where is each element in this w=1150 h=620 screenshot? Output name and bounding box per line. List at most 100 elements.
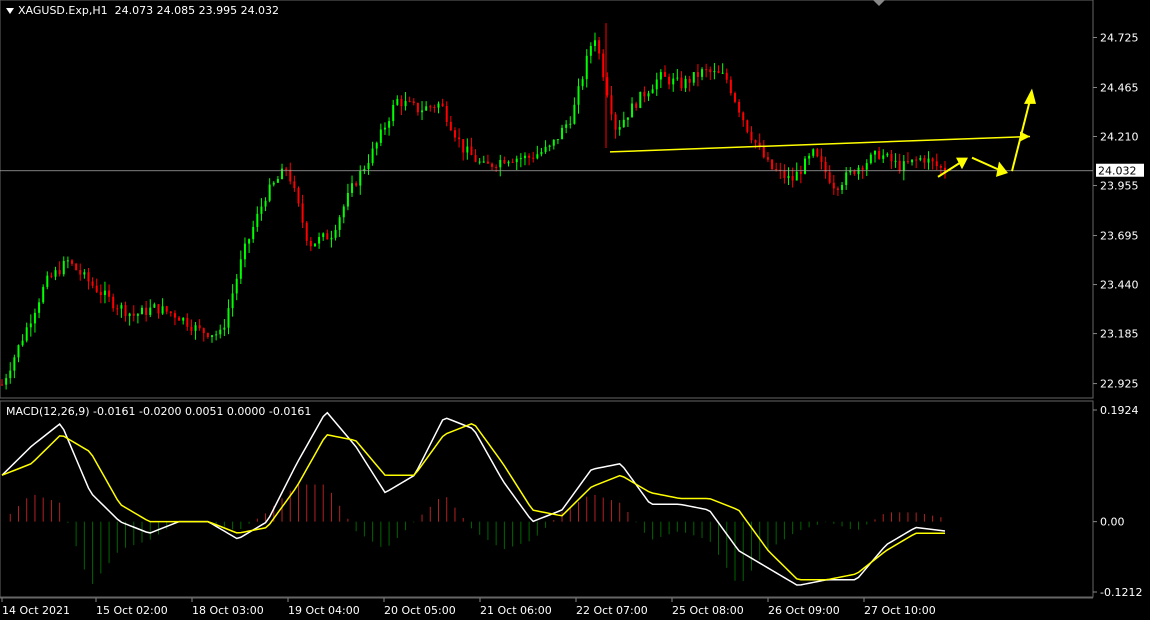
candle-body (832, 182, 835, 189)
candle-body (136, 314, 139, 316)
resistance-trendline (609, 135, 1031, 153)
candle-body (622, 119, 625, 128)
candle-body (1, 384, 3, 386)
candle-body (231, 293, 234, 309)
candle-body (548, 145, 551, 147)
candle-body (569, 123, 572, 125)
candle-body (820, 156, 823, 162)
candle-body (396, 98, 399, 105)
price-tick-label: 22.925 (1100, 378, 1139, 391)
candle-body (750, 131, 753, 141)
candle-body (470, 146, 473, 156)
candle-body (532, 157, 535, 159)
candle-body (346, 192, 349, 207)
candle-body (565, 124, 568, 128)
candle-body (486, 161, 489, 164)
candle-body (445, 106, 448, 122)
candle-body (116, 308, 119, 310)
candle-body (149, 307, 152, 315)
candle-body (593, 40, 596, 46)
candle-body (511, 161, 514, 163)
candle-body (75, 263, 78, 271)
candle-body (865, 163, 868, 170)
candle-body (672, 78, 675, 85)
candle-body (803, 158, 806, 174)
candle-body (639, 91, 642, 108)
candle-body (276, 179, 279, 183)
symbol-name: XAGUSD.Exp,H1 (18, 4, 108, 17)
candle-body (915, 159, 918, 161)
candle-body (334, 229, 337, 238)
candle-body (309, 240, 312, 247)
time-tick-label: 18 Oct 03:00 (192, 604, 264, 617)
candle-body (610, 95, 613, 115)
time-tick-label: 20 Oct 05:00 (384, 604, 456, 617)
candle-body (293, 181, 296, 189)
candle-body (449, 121, 452, 131)
candle-body (99, 291, 102, 296)
candle-body (186, 317, 189, 327)
candle-body (289, 169, 292, 182)
candle-body (128, 313, 131, 317)
candle-body (911, 159, 914, 163)
time-axis: 14 Oct 2021 15 Oct 02:00 18 Oct 03:00 19 Oc… (1, 598, 936, 617)
candle-body (923, 158, 926, 163)
candle-body (680, 77, 683, 89)
candle-body (931, 158, 934, 162)
macd-panel-frame (0, 400, 1094, 598)
candle-body (713, 71, 716, 73)
candle-body (556, 139, 559, 141)
time-tick-label: 15 Oct 02:00 (96, 604, 168, 617)
macd-tick-label: -0.1212 (1100, 586, 1142, 599)
candle-body (561, 127, 564, 140)
macd-histogram (9, 484, 942, 584)
macd-line (1, 411, 946, 586)
trendline-annotations (609, 88, 1036, 178)
candle-body (326, 233, 329, 240)
candle-body (169, 311, 172, 314)
arrow-down-right-head (996, 161, 1008, 177)
candle-body (474, 155, 477, 162)
price-panel-frame (0, 0, 1094, 399)
dropdown-triangle-icon[interactable] (6, 8, 14, 14)
candle-body (62, 260, 65, 275)
candle-body (795, 171, 798, 181)
candle-body (157, 304, 160, 314)
candle-body (816, 149, 819, 157)
candles (1, 23, 946, 390)
candle-body (17, 345, 20, 358)
candle-body (301, 203, 304, 223)
candle-body (845, 172, 848, 186)
scroll-marker-icon[interactable] (873, 0, 885, 6)
candle-body (696, 72, 699, 77)
candle-body (256, 213, 259, 227)
candle-body (602, 53, 605, 78)
candle-body (202, 328, 205, 334)
candle-body (462, 139, 465, 153)
candle-body (688, 78, 691, 83)
candle-body (342, 206, 345, 218)
price-tick-label: 24.210 (1100, 131, 1139, 144)
candle-body (388, 121, 391, 128)
candle-body (351, 183, 354, 193)
candle-body (83, 272, 86, 275)
candle-body (701, 69, 704, 77)
candle-body (25, 327, 28, 341)
candle-body (705, 69, 708, 71)
macd-axis: 0.1924 0.00 -0.1212 (1093, 404, 1142, 599)
candle-body (729, 79, 732, 94)
candle-body (886, 153, 889, 156)
candle-body (108, 290, 111, 297)
current-price-label: 24.032 (1096, 163, 1144, 178)
candle-body (626, 117, 629, 120)
candle-body (71, 260, 74, 264)
candle-body (478, 161, 481, 163)
candle-body (433, 106, 436, 108)
candle-body (219, 329, 222, 335)
candle-body (573, 104, 576, 124)
arrow-down-right (971, 156, 1003, 173)
candle-body (515, 158, 518, 163)
candle-body (536, 154, 539, 159)
candle-body (120, 305, 123, 309)
candle-body (305, 222, 308, 241)
